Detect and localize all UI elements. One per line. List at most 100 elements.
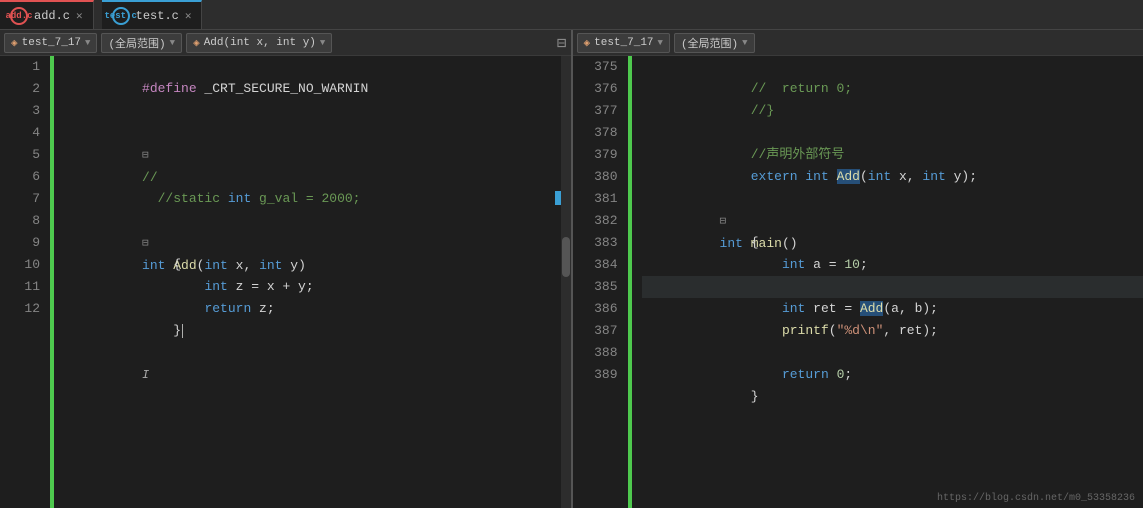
tab-label-test: test.c xyxy=(104,11,136,21)
rln-381: 381 xyxy=(573,188,618,210)
left-code-area: 1 2 3 4 5 6 7 8 9 10 11 12 #define _CRT_… xyxy=(0,56,571,508)
right-toolbar-scope[interactable]: (全局范围) ▼ xyxy=(674,33,755,53)
tab-close-test[interactable]: ✕ xyxy=(185,9,192,23)
rln-379: 379 xyxy=(573,144,618,166)
rcode-line-384: int b = 20; xyxy=(642,254,1143,276)
rcode-line-386: printf("%d\n", ret); xyxy=(642,298,1143,320)
left-scope-arrow: ▼ xyxy=(170,38,175,48)
rcode-line-389: } xyxy=(642,364,1143,386)
right-editor-pane: ◈ test_7_17 ▼ (全局范围) ▼ 375 376 377 378 3… xyxy=(573,30,1143,508)
rcode-line-378: //声明外部符号 xyxy=(642,122,1143,144)
left-toolbar-file-icon-item: ◈ test_7_17 ▼ xyxy=(4,33,97,53)
rcode-line-382: { xyxy=(642,210,1143,232)
left-file-icon: ◈ xyxy=(11,36,18,50)
right-project-arrow: ▼ xyxy=(658,38,663,48)
rln-375: 375 xyxy=(573,56,618,78)
code-line-6 xyxy=(64,166,561,188)
rcode-line-388: return 0; xyxy=(642,342,1143,364)
left-toolbar-scope[interactable]: (全局范围) ▼ xyxy=(101,33,182,53)
rcode-line-383: int a = 10; xyxy=(642,232,1143,254)
rcode-line-377 xyxy=(642,100,1143,122)
ln-2: 2 xyxy=(0,78,40,100)
left-toolbar: ◈ test_7_17 ▼ (全局范围) ▼ ◈ Add(int x, int … xyxy=(0,30,571,56)
rcode-line-379: extern int Add(int x, int y); xyxy=(642,144,1143,166)
tab-name-add: add.c xyxy=(34,9,70,23)
text-cursor xyxy=(182,324,183,338)
cursor-i: I xyxy=(142,368,149,382)
rln-383: 383 xyxy=(573,232,618,254)
rln-384: 384 xyxy=(573,254,618,276)
ln-8: 8 xyxy=(0,210,40,232)
code-line-7 xyxy=(64,188,561,210)
right-toolbar-file-icon-item: ◈ test_7_17 ▼ xyxy=(577,33,670,53)
right-toolbar: ◈ test_7_17 ▼ (全局范围) ▼ xyxy=(573,30,1143,56)
left-scope-label: (全局范围) xyxy=(108,35,165,51)
ln-6: 6 xyxy=(0,166,40,188)
tab-name-test: test.c xyxy=(136,9,179,23)
right-code-content[interactable]: // return 0; //} //声明外部符号 extern int Add… xyxy=(632,56,1143,508)
rcode-line-380 xyxy=(642,166,1143,188)
left-scroll-thumb[interactable] xyxy=(562,237,570,277)
code-line-4: ⊟ // xyxy=(64,122,561,144)
left-line-numbers: 1 2 3 4 5 6 7 8 9 10 11 12 xyxy=(0,56,50,508)
right-scope-label: (全局范围) xyxy=(681,35,738,51)
right-project[interactable]: test_7_17 xyxy=(594,37,653,49)
ln-4: 4 xyxy=(0,122,40,144)
rln-378: 378 xyxy=(573,122,618,144)
ln-11: 11 xyxy=(0,276,40,298)
tab-bar: add.c add.c ✕ test.c test.c ✕ xyxy=(0,0,1143,30)
rln-380: 380 xyxy=(573,166,618,188)
rcode-line-375: // return 0; xyxy=(642,56,1143,78)
tab-label-add: add.c xyxy=(6,11,33,21)
left-func-label: Add(int x, int y) xyxy=(204,37,316,49)
split-icon[interactable]: ⊟ xyxy=(557,33,567,53)
rcode-line-387 xyxy=(642,320,1143,342)
right-line-numbers: 375 376 377 378 379 380 381 382 383 384 … xyxy=(573,56,628,508)
rln-377: 377 xyxy=(573,100,618,122)
rln-386: 386 xyxy=(573,298,618,320)
left-project-arrow: ▼ xyxy=(85,38,90,48)
code-line-11: return z; xyxy=(64,276,561,298)
code-line-1: #define _CRT_SECURE_NO_WARNIN xyxy=(64,56,561,78)
code-line-3 xyxy=(64,100,561,122)
rln-387: 387 xyxy=(573,320,618,342)
left-func-icon: ◈ xyxy=(193,36,200,50)
left-func-arrow: ▼ xyxy=(320,38,325,48)
code-line-9: { xyxy=(64,232,561,254)
tab-circle-test: test.c xyxy=(112,7,130,25)
rln-389: 389 xyxy=(573,364,618,386)
rcode-line-376: //} xyxy=(642,78,1143,100)
ln-10: 10 xyxy=(0,254,40,276)
left-project[interactable]: test_7_17 xyxy=(22,37,81,49)
left-scrollbar[interactable] xyxy=(561,56,571,508)
ln-3: 3 xyxy=(0,100,40,122)
ln-1: 1 xyxy=(0,56,40,78)
tab-close-add[interactable]: ✕ xyxy=(76,9,83,23)
code-line-8: ⊟ int Add(int x, int y) xyxy=(64,210,561,232)
tab-test-c[interactable]: test.c test.c ✕ xyxy=(102,0,203,29)
code-line-12: } I xyxy=(64,298,561,320)
left-code-content[interactable]: #define _CRT_SECURE_NO_WARNIN ⊟ // //sta… xyxy=(54,56,561,508)
code-line-5: //static int g_val = 2000; xyxy=(64,144,561,166)
ln-9: 9 xyxy=(0,232,40,254)
rln-382: 382 xyxy=(573,210,618,232)
left-editor-pane: ◈ test_7_17 ▼ (全局范围) ▼ ◈ Add(int x, int … xyxy=(0,30,573,508)
editors-container: ◈ test_7_17 ▼ (全局范围) ▼ ◈ Add(int x, int … xyxy=(0,30,1143,508)
tab-circle-add: add.c xyxy=(10,7,28,25)
ln-12: 12 xyxy=(0,298,40,320)
code-line-2 xyxy=(64,78,561,100)
left-toolbar-func[interactable]: ◈ Add(int x, int y) ▼ xyxy=(186,33,332,53)
rcode-line-385: int ret = Add(a, b); xyxy=(642,276,1143,298)
code-line-10: int z = x + y; xyxy=(64,254,561,276)
ln-7: 7 xyxy=(0,188,40,210)
rln-385: 385 xyxy=(573,276,618,298)
rcode-line-381: ⊟ int main() xyxy=(642,188,1143,210)
right-code-area: 375 376 377 378 379 380 381 382 383 384 … xyxy=(573,56,1143,508)
right-scope-arrow: ▼ xyxy=(742,38,747,48)
tab-add-c[interactable]: add.c add.c ✕ xyxy=(0,0,94,29)
rln-388: 388 xyxy=(573,342,618,364)
ln-5: 5 xyxy=(0,144,40,166)
rln-376: 376 xyxy=(573,78,618,100)
watermark: https://blog.csdn.net/m0_53358236 xyxy=(937,493,1135,504)
right-file-icon: ◈ xyxy=(584,36,591,50)
